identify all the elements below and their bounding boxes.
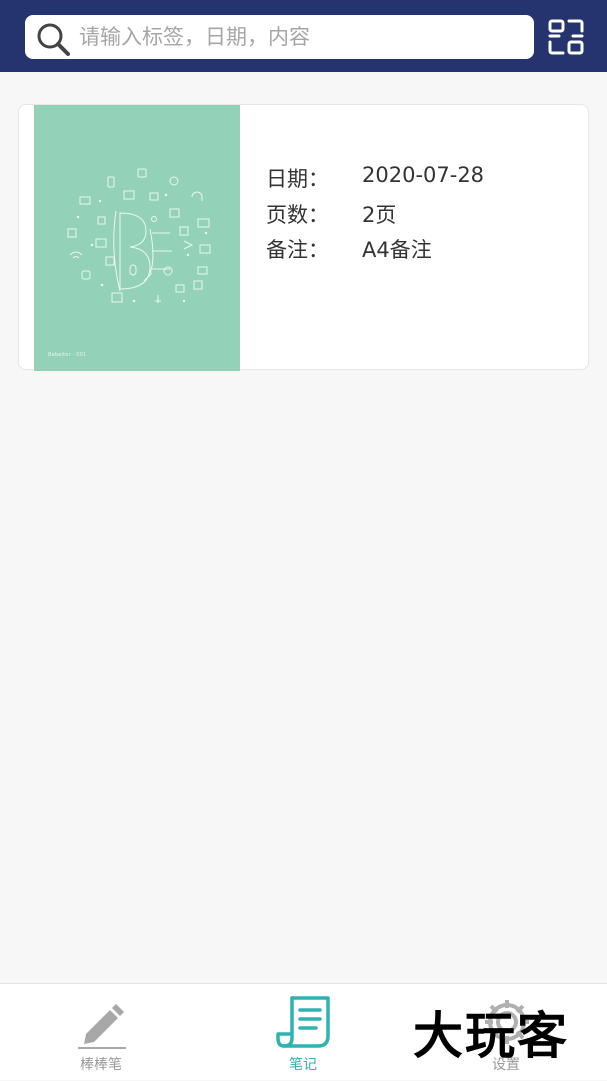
tab-notes-label: 笔记 — [289, 1057, 317, 1073]
watermark-text: 大玩客 — [413, 1006, 569, 1065]
search-icon — [37, 23, 70, 56]
note-card[interactable]: Bebeiter · 001 日期： 2020-07-28 页数： 2页 备注：… — [18, 104, 589, 371]
pages-label: 页数： — [266, 203, 329, 227]
scan-icon[interactable] — [547, 18, 585, 56]
tab-pen[interactable]: 棒棒笔 — [0, 984, 202, 1081]
pages-value: 2页 — [362, 203, 397, 227]
date-label: 日期： — [266, 167, 329, 191]
tab-notes[interactable]: 笔记 — [202, 984, 404, 1081]
cover-caption: Bebeiter · 001 — [48, 352, 87, 358]
search-input[interactable] — [75, 15, 533, 59]
cover-illustration — [67, 168, 211, 303]
note-cover-image: Bebeiter · 001 — [34, 105, 240, 371]
search-bar[interactable] — [25, 15, 534, 59]
notes-icon — [276, 996, 330, 1048]
pen-icon — [78, 1004, 126, 1049]
tab-pen-label: 棒棒笔 — [80, 1057, 122, 1073]
remark-label: 备注： — [266, 238, 329, 262]
remark-value: A4备注 — [362, 238, 432, 262]
top-bar — [0, 0, 607, 72]
date-value: 2020-07-28 — [362, 163, 485, 187]
